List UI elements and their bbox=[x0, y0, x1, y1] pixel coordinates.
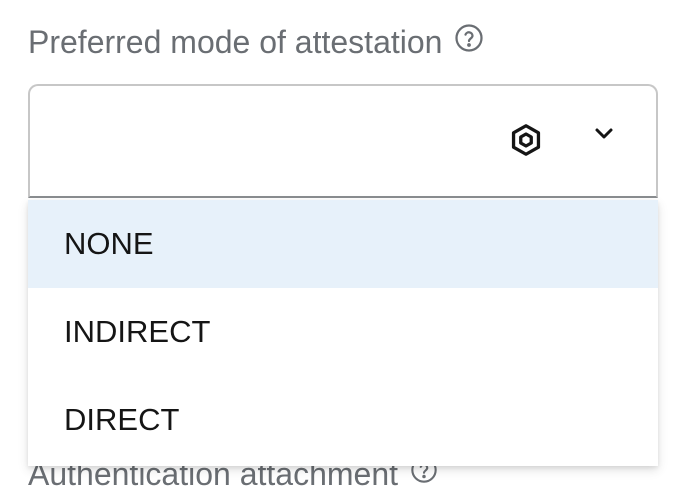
question-circle-icon[interactable] bbox=[454, 23, 484, 53]
attestation-field-label: Preferred mode of attestation bbox=[28, 20, 484, 64]
cube-icon bbox=[508, 122, 544, 158]
menu-item-indirect[interactable]: INDIRECT bbox=[28, 288, 658, 376]
attestation-select[interactable] bbox=[28, 84, 658, 198]
menu-item-direct[interactable]: DIRECT bbox=[28, 376, 658, 464]
menu-item-none[interactable]: NONE bbox=[28, 200, 658, 288]
attestation-form: Preferred mode of attestation NONE INDIR… bbox=[0, 0, 682, 502]
chevron-down-icon[interactable] bbox=[592, 122, 616, 146]
attestation-label-text: Preferred mode of attestation bbox=[28, 24, 443, 60]
attestation-dropdown-menu: NONE INDIRECT DIRECT bbox=[28, 200, 658, 466]
